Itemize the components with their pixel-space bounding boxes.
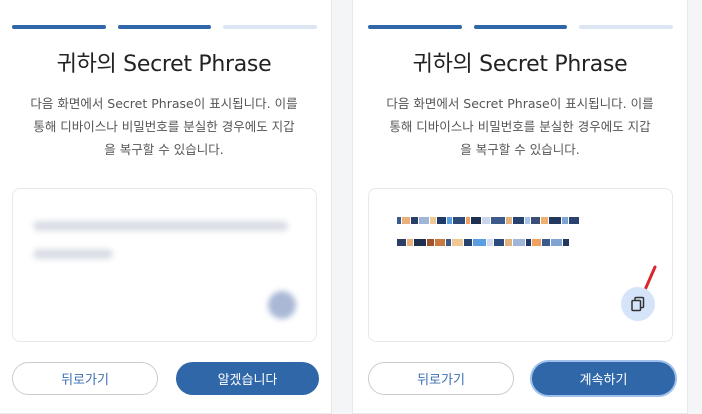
continue-button[interactable]: 계속하기	[532, 362, 675, 395]
step-2	[473, 25, 568, 29]
back-button[interactable]: 뒤로가기	[368, 362, 514, 395]
description-line: 을 복구할 수 있습니다.	[104, 142, 224, 157]
step-progress	[368, 25, 674, 29]
secret-phrase-box	[368, 188, 673, 342]
page-description: 다음 화면에서 Secret Phrase이 표시됩니다. 이를 통해 디바이스…	[371, 92, 669, 161]
page-title: 귀하의 Secret Phrase	[412, 52, 628, 77]
step-1	[368, 25, 462, 29]
blurred-phrase-line	[33, 249, 113, 259]
step-2	[117, 25, 212, 29]
page-description: 다음 화면에서 Secret Phrase이 표시됩니다. 이를 통해 디바이스…	[15, 92, 313, 161]
step-3	[223, 25, 318, 29]
blurred-phrase-line	[33, 221, 288, 231]
description-line: 통해 디바이스나 비밀번호를 분실한 경우에도 지갑	[33, 119, 295, 134]
redacted-phrase-line	[397, 239, 570, 246]
redacted-phrase-line	[397, 217, 580, 224]
description-line: 다음 화면에서 Secret Phrase이 표시됩니다. 이를	[386, 96, 654, 111]
step-1	[12, 25, 106, 29]
description-line: 다음 화면에서 Secret Phrase이 표시됩니다. 이를	[30, 96, 298, 111]
page-title: 귀하의 Secret Phrase	[56, 52, 272, 77]
secret-phrase-reveal-panel: 귀하의 Secret Phrase 다음 화면에서 Secret Phrase이…	[352, 0, 688, 414]
step-3	[579, 25, 674, 29]
secret-phrase-hidden-box	[12, 188, 317, 342]
secret-phrase-intro-panel: 귀하의 Secret Phrase 다음 화면에서 Secret Phrase이…	[0, 0, 332, 414]
copy-button[interactable]	[621, 287, 655, 321]
description-line: 을 복구할 수 있습니다.	[460, 142, 580, 157]
understood-button[interactable]: 알겠습니다	[176, 362, 319, 395]
description-line: 통해 디바이스나 비밀번호를 분실한 경우에도 지갑	[389, 119, 651, 134]
blurred-copy-icon	[268, 291, 296, 319]
copy-icon	[631, 296, 645, 312]
step-progress	[12, 25, 318, 29]
back-button[interactable]: 뒤로가기	[12, 362, 158, 395]
